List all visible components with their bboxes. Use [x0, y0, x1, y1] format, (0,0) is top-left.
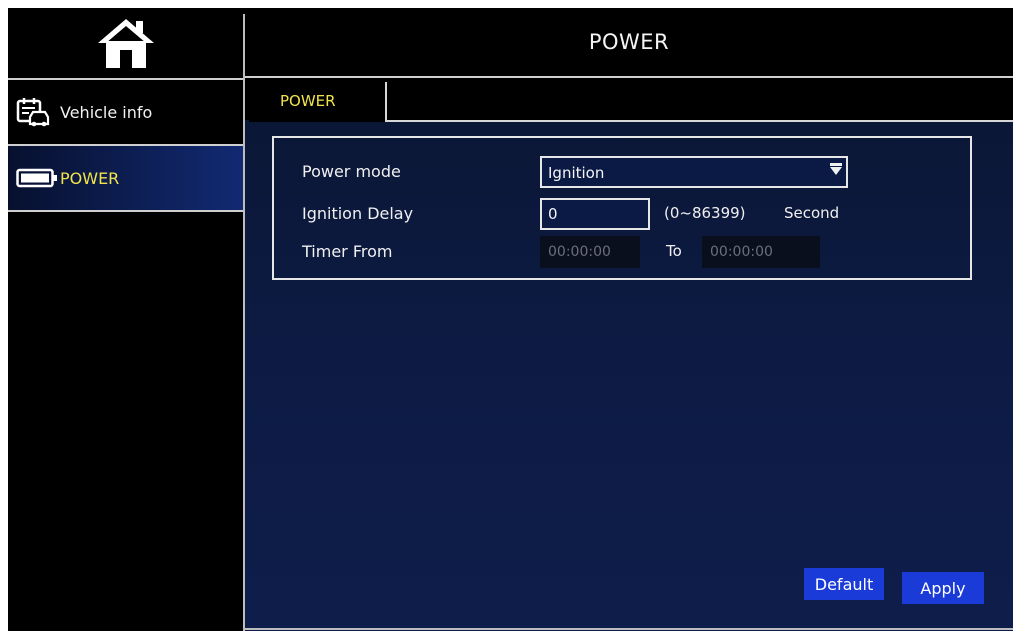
timer-from-label: Timer From: [302, 242, 393, 261]
sidebar-item-power[interactable]: POWER: [8, 146, 244, 210]
dropdown-bar-icon: [830, 163, 842, 166]
dvr-screen: Vehicle info POWER POWER Power mode Igni…: [8, 8, 1013, 631]
sidebar-item-vehicle-info[interactable]: Vehicle info: [8, 80, 244, 144]
timer-from-input[interactable]: [540, 236, 640, 268]
power-mode-label: Power mode: [302, 162, 401, 181]
battery-icon: [16, 168, 60, 188]
vehicle-info-icon: [16, 97, 60, 127]
sidebar-item-label: POWER: [60, 168, 120, 188]
chevron-down-icon: [830, 167, 842, 175]
ignition-delay-unit: Second: [784, 204, 840, 222]
sidebar-divider: [8, 210, 244, 212]
home-icon: [98, 19, 154, 68]
timer-to-label: To: [666, 242, 682, 260]
sidebar: Vehicle info POWER: [8, 8, 244, 631]
default-button[interactable]: Default: [804, 568, 884, 600]
panel-top-border: [385, 120, 1013, 122]
tab-label: POWER: [280, 92, 336, 110]
timer-to-input[interactable]: [702, 236, 820, 268]
ignition-delay-input[interactable]: [540, 198, 650, 230]
power-settings-group: Power mode Ignition Ignition Delay (0~86…: [272, 136, 972, 280]
ignition-delay-label: Ignition Delay: [302, 204, 414, 223]
header: POWER: [245, 8, 1013, 76]
main-panel: Power mode Ignition Ignition Delay (0~86…: [245, 120, 1013, 631]
page-title: POWER: [588, 30, 670, 54]
sidebar-item-label: Vehicle info: [60, 102, 153, 122]
apply-button[interactable]: Apply: [902, 572, 984, 604]
tab-power[interactable]: POWER: [249, 82, 387, 122]
header-divider: [245, 76, 1013, 78]
panel-bottom-border: [245, 628, 1013, 630]
home-button[interactable]: [8, 8, 244, 78]
power-mode-select[interactable]: Ignition: [540, 156, 848, 188]
ignition-delay-range: (0~86399): [664, 204, 746, 222]
power-mode-value: Ignition: [548, 164, 605, 182]
